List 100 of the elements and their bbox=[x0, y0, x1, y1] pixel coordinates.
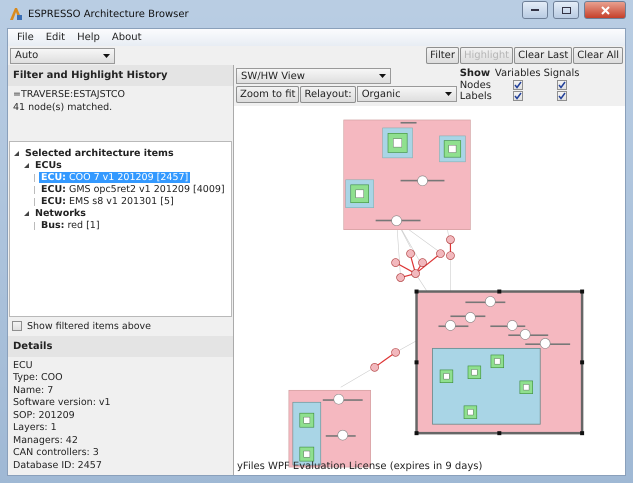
menu-item[interactable]: File bbox=[12, 31, 39, 44]
graph-node bbox=[465, 312, 476, 323]
detail-text: Layers: 1 bbox=[13, 422, 58, 434]
expanded-arrow-icon[interactable] bbox=[14, 150, 20, 157]
resize-handle[interactable] bbox=[497, 290, 502, 294]
node-label-line bbox=[376, 220, 421, 222]
component-node bbox=[440, 370, 454, 383]
detail-text: CAN controllers: 3 bbox=[13, 447, 100, 460]
resize-handle[interactable] bbox=[580, 290, 584, 294]
panel-header: Filter and Highlight History bbox=[8, 65, 233, 86]
graph-node bbox=[436, 249, 445, 258]
row-label: Labels bbox=[460, 91, 492, 103]
tree-item[interactable]: Selected architecture items bbox=[23, 148, 176, 160]
graph-node bbox=[411, 269, 420, 278]
component-node bbox=[464, 406, 478, 419]
node-label-line bbox=[400, 122, 417, 124]
graph-node bbox=[396, 273, 405, 282]
mode-dropdown[interactable]: Auto bbox=[10, 48, 115, 64]
component-node bbox=[439, 136, 466, 162]
tree-line-icon bbox=[34, 174, 36, 182]
graph-node bbox=[485, 296, 496, 307]
tree-item[interactable]: Networks bbox=[33, 208, 88, 220]
layout-dropdown[interactable]: Organic bbox=[356, 86, 457, 102]
graph-node bbox=[333, 394, 344, 405]
tree-line-icon bbox=[34, 222, 36, 230]
graph-node bbox=[391, 215, 402, 226]
menu-item[interactable]: Edit bbox=[40, 31, 70, 44]
detail-text: Software version: v1 bbox=[13, 397, 112, 410]
graph-node bbox=[446, 251, 455, 260]
column-label: Signals bbox=[544, 68, 580, 80]
detail-text: Type: COO bbox=[13, 372, 64, 384]
relayout-button[interactable]: Relayout: bbox=[300, 86, 356, 103]
graph-node bbox=[418, 258, 427, 267]
component-node bbox=[382, 128, 413, 158]
component-node bbox=[490, 354, 504, 368]
dropdown-arrow-icon bbox=[379, 74, 386, 78]
resize-handle[interactable] bbox=[580, 431, 584, 436]
maximize-button[interactable] bbox=[553, 1, 579, 19]
graph-node bbox=[406, 249, 415, 258]
tree-line-icon bbox=[34, 198, 36, 206]
graph-node bbox=[417, 176, 428, 186]
graph-node bbox=[507, 320, 518, 331]
expanded-arrow-icon[interactable] bbox=[24, 162, 30, 169]
graph-node bbox=[391, 348, 400, 357]
checkbox[interactable] bbox=[512, 91, 523, 102]
detail-text: SOP: 201209 bbox=[13, 410, 76, 422]
dropdown-arrow-icon bbox=[103, 54, 110, 58]
tree-line-icon bbox=[34, 186, 36, 194]
graph-node bbox=[370, 363, 379, 372]
graph-node bbox=[391, 258, 400, 267]
tree-item[interactable]: ECU: GMS opc5ret2 v1 201209 [4009] bbox=[39, 184, 227, 196]
tree-item[interactable]: ECU: EMS s8 v1 201301 [5] bbox=[39, 196, 176, 208]
close-button[interactable] bbox=[584, 1, 626, 19]
show-label: Show bbox=[460, 68, 490, 80]
graph-node bbox=[446, 235, 455, 244]
minimize-icon bbox=[531, 8, 539, 12]
maximize-icon bbox=[562, 6, 570, 14]
checkbox-label: Show filtered items above bbox=[27, 320, 152, 332]
history-text: =TRAVERSE:ESTAJSTCO bbox=[13, 89, 126, 102]
expanded-arrow-icon[interactable] bbox=[24, 210, 30, 217]
panel-header: Details bbox=[8, 336, 233, 356]
tree-item[interactable]: Bus: red [1] bbox=[39, 220, 102, 232]
graph-node bbox=[337, 430, 348, 440]
dropdown-arrow-icon bbox=[444, 92, 452, 96]
component-node bbox=[345, 180, 374, 208]
row-label: Nodes bbox=[460, 80, 491, 91]
view-dropdown[interactable]: SW/HW View bbox=[236, 68, 391, 84]
minimize-button[interactable] bbox=[522, 1, 548, 19]
toolbar-button[interactable]: Clear Last bbox=[514, 47, 572, 64]
detail-text: ECU bbox=[13, 360, 34, 372]
toolbar-button[interactable]: Clear All bbox=[573, 47, 623, 64]
tree-item[interactable]: ECUs bbox=[33, 160, 64, 172]
resize-handle[interactable] bbox=[414, 360, 419, 364]
graph-node bbox=[445, 320, 456, 331]
detail-text: Managers: 42 bbox=[13, 434, 79, 447]
menu-item[interactable]: Help bbox=[72, 31, 105, 44]
window-title: ESPRESSO Architecture Browser bbox=[28, 8, 190, 20]
detail-text: Database ID: 2457 bbox=[13, 460, 103, 472]
license-text: yFiles WPF Evaluation License (expires in 9 days) bbox=[237, 461, 482, 472]
checkbox[interactable] bbox=[556, 91, 567, 102]
checkbox[interactable] bbox=[556, 80, 567, 90]
detail-text: Name: 7 bbox=[13, 384, 54, 397]
resize-handle[interactable] bbox=[580, 360, 584, 364]
resize-handle[interactable] bbox=[414, 290, 419, 294]
resize-handle[interactable] bbox=[414, 431, 419, 436]
graph-node bbox=[520, 329, 531, 340]
component-node bbox=[468, 366, 482, 379]
history-text: 41 node(s) matched. bbox=[13, 102, 114, 114]
resize-handle[interactable] bbox=[497, 431, 502, 436]
menu-item[interactable]: About bbox=[106, 31, 146, 44]
close-icon bbox=[600, 6, 610, 14]
component-node bbox=[300, 446, 314, 462]
component-node bbox=[520, 380, 533, 394]
zoom-to-fit-button[interactable]: Zoom to fit bbox=[236, 86, 300, 103]
graph-node bbox=[540, 338, 550, 349]
column-label: Variables bbox=[494, 68, 541, 80]
component-node bbox=[300, 412, 314, 428]
checkbox[interactable] bbox=[12, 321, 22, 331]
checkbox[interactable] bbox=[512, 80, 523, 90]
toolbar-button[interactable]: Filter bbox=[426, 47, 459, 64]
